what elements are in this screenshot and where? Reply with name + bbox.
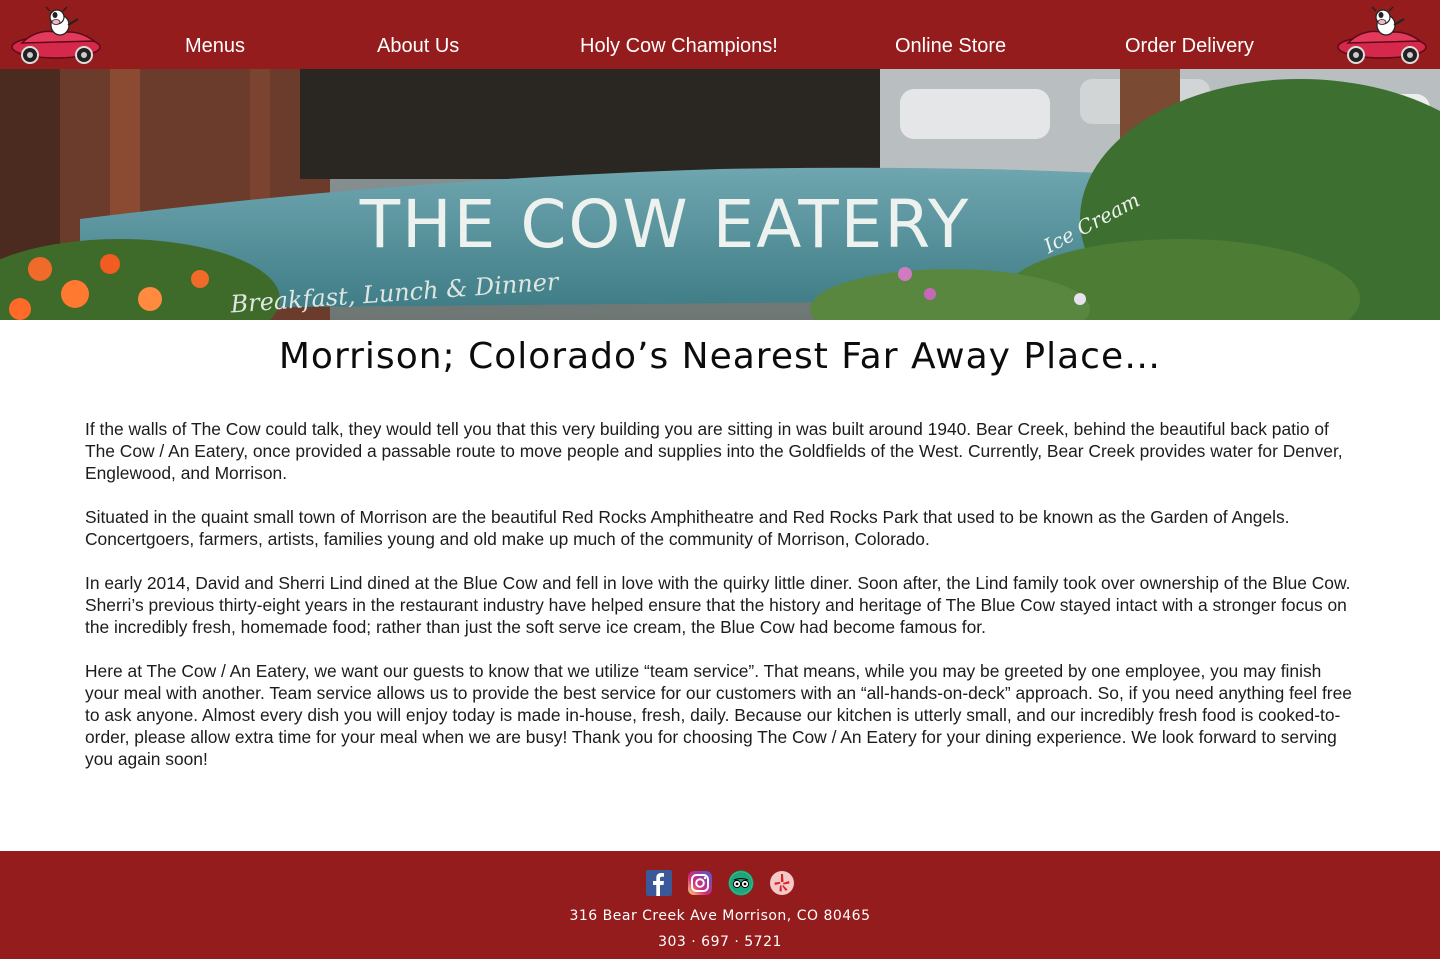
nav-online-store[interactable]: Online Store [895,33,1006,59]
about-content: If the walls of The Cow could talk, they… [85,418,1357,792]
paragraph-team-service: Here at The Cow / An Eatery, we want our… [85,661,1352,769]
footer-phone[interactable]: 303 · 697 · 5721 [0,934,1440,950]
hero-photo: THE COW EATERY Breakfast, Lunch & Dinner… [0,69,1440,320]
page-title: Morrison; Colorado’s Nearest Far Away Pl… [278,336,1162,377]
paragraph-owners: In early 2014, David and Sherri Lind din… [85,573,1351,637]
hero-sign-text: THE COW EATERY [359,186,971,263]
tripadvisor-icon[interactable] [728,870,754,896]
footer-address: 316 Bear Creek Ave Morrison, CO 80465 [569,908,871,924]
yelp-icon[interactable] [769,870,795,896]
nav-order-delivery[interactable]: Order Delivery [1125,33,1254,59]
cow-car-logo-icon[interactable] [8,3,104,65]
site-header: Menus About Us Holy Cow Champions! Onlin… [0,0,1440,69]
nav-holy-cow-champions[interactable]: Holy Cow Champions! [580,33,778,59]
cow-car-logo-icon[interactable] [1334,3,1430,65]
nav-menus[interactable]: Menus [185,33,245,59]
facebook-icon[interactable] [646,870,672,896]
nav-about-us[interactable]: About Us [377,33,459,59]
instagram-icon[interactable] [687,870,713,896]
paragraph-history: If the walls of The Cow could talk, they… [85,419,1343,483]
paragraph-morrison: Situated in the quaint small town of Mor… [85,507,1290,549]
